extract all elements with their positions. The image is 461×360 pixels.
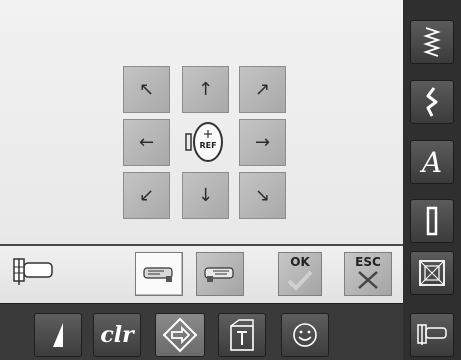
ok-button[interactable]: OK — [278, 252, 322, 296]
quilt-icon — [419, 260, 445, 286]
move-down-left-button[interactable]: ↙ — [123, 172, 170, 219]
alphabet-button[interactable]: A — [410, 140, 454, 184]
move-right-button[interactable]: → — [239, 119, 286, 166]
hand-pointer-left-button[interactable] — [135, 252, 183, 296]
arrow-left-icon: ← — [138, 132, 155, 153]
buttonhole-button[interactable] — [410, 199, 454, 243]
alphabet-label: A — [421, 145, 443, 179]
hand-pointer-right-button[interactable] — [196, 252, 244, 296]
move-motif-button[interactable] — [155, 313, 205, 357]
esc-label: ESC — [355, 255, 381, 269]
arrow-up-left-icon: ↖ — [138, 79, 155, 100]
move-down-button[interactable]: ↓ — [182, 172, 229, 219]
ok-label: OK — [290, 255, 310, 269]
arrow-right-icon: → — [254, 132, 271, 153]
template-book-icon — [230, 319, 254, 351]
zigzag-icon — [423, 27, 441, 57]
embroidery-mode-button[interactable] — [410, 313, 454, 357]
quilt-stitch-button[interactable] — [410, 251, 454, 295]
hand-pointer-icon — [204, 267, 234, 282]
wave-stitch-icon — [426, 87, 438, 117]
close-icon — [358, 271, 378, 289]
move-up-button[interactable]: ↑ — [182, 66, 229, 113]
arrow-down-right-icon: ↘ — [254, 185, 271, 206]
buttonhole-icon — [426, 206, 438, 236]
move-down-right-button[interactable]: ↘ — [239, 172, 286, 219]
zigzag-stitch-button[interactable] — [410, 20, 454, 64]
arrow-up-icon: ↑ — [197, 79, 214, 100]
hoop-center-reference-button[interactable]: REF — [181, 117, 230, 166]
ref-label: REF — [199, 141, 216, 150]
clr-label: clr — [100, 322, 134, 348]
stitch-width-button[interactable] — [34, 313, 82, 357]
move-diamond-icon — [162, 317, 198, 353]
favorites-button[interactable] — [281, 313, 329, 357]
arrow-down-left-icon: ↙ — [138, 185, 155, 206]
decorative-stitch-button[interactable] — [410, 80, 454, 124]
hand-pointer-icon — [143, 267, 173, 282]
move-up-right-button[interactable]: ↗ — [239, 66, 286, 113]
triangle-wedge-icon — [53, 323, 63, 347]
move-left-button[interactable]: ← — [123, 119, 170, 166]
move-up-left-button[interactable]: ↖ — [123, 66, 170, 113]
hoop-ref-icon: REF — [184, 121, 223, 162]
embroidery-module-icon — [417, 324, 447, 345]
clear-button[interactable]: clr — [93, 313, 141, 357]
checkmark-icon — [287, 270, 313, 291]
arrow-down-icon: ↓ — [197, 185, 214, 206]
arrow-up-right-icon: ↗ — [254, 79, 271, 100]
smiley-icon — [293, 323, 317, 347]
esc-button[interactable]: ESC — [344, 252, 392, 296]
hoop-attachment-icon — [10, 257, 56, 291]
templates-button[interactable] — [218, 313, 266, 357]
